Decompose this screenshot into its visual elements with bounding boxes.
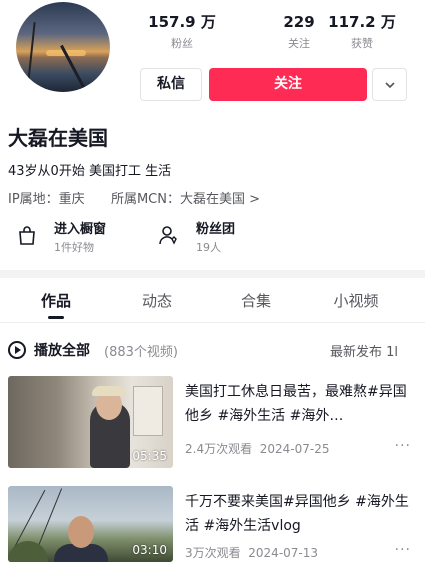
stat-likes[interactable]: 117.2 万 获赞 bbox=[322, 12, 402, 52]
stat-label: 粉丝 bbox=[171, 37, 193, 50]
message-button[interactable]: 私信 bbox=[140, 68, 202, 101]
entry-subtitle: 1件好物 bbox=[54, 241, 94, 254]
follow-button[interactable]: 关注 bbox=[209, 68, 367, 101]
avatar[interactable] bbox=[16, 2, 110, 92]
shopping-bag-icon bbox=[19, 226, 35, 245]
play-all-label: 播放全部 bbox=[34, 343, 90, 359]
play-circle-icon bbox=[8, 341, 26, 359]
video-thumbnail[interactable]: 05:35 bbox=[8, 376, 173, 468]
more-dots-icon[interactable]: ··· bbox=[395, 542, 411, 558]
video-item[interactable]: 05:35 美国打工休息日最苦，最难熬#异国他乡 #海外生活 #海外… 2.4万… bbox=[8, 376, 417, 468]
ip-location: IP属地：重庆 bbox=[8, 192, 85, 207]
thumbnail-cabinet bbox=[133, 386, 163, 436]
fan-group-icon bbox=[159, 226, 177, 245]
video-title[interactable]: 千万不要来美国#异国他乡 #海外生活 #海外生活vlog bbox=[185, 490, 410, 538]
video-duration: 03:10 bbox=[132, 543, 167, 557]
entry-title: 粉丝团 bbox=[196, 222, 236, 237]
tab-collections[interactable]: 合集 bbox=[216, 290, 296, 311]
video-date: 2024-07-13 bbox=[248, 546, 319, 560]
video-meta: 3万次观看 2024-07-13 bbox=[185, 544, 318, 561]
sort-selector[interactable]: 最新发布 1l bbox=[330, 341, 398, 360]
video-duration: 05:35 bbox=[132, 449, 167, 463]
tab-short-videos[interactable]: 小视频 bbox=[316, 290, 396, 311]
thumbnail-face bbox=[68, 516, 94, 548]
tab-divider bbox=[0, 322, 425, 323]
more-options-button[interactable] bbox=[372, 68, 407, 101]
shop-window-entry[interactable]: 进入橱窗 1件好物 bbox=[16, 218, 146, 256]
active-tab-indicator bbox=[48, 316, 64, 319]
profile-bio: 43岁从0开始 美国打工 生活 bbox=[8, 164, 172, 179]
avatar-rail bbox=[26, 22, 36, 92]
video-views: 3万次观看 bbox=[185, 546, 241, 560]
stat-value: 157.9 万 bbox=[148, 13, 216, 31]
more-dots-icon[interactable]: ··· bbox=[395, 438, 411, 454]
tab-dynamic[interactable]: 动态 bbox=[117, 290, 197, 311]
stat-value: 117.2 万 bbox=[328, 13, 396, 31]
video-views: 2.4万次观看 bbox=[185, 442, 253, 456]
video-title[interactable]: 美国打工休息日最苦，最难熬#异国他乡 #海外生活 #海外… bbox=[185, 380, 410, 428]
profile-name: 大磊在美国 bbox=[8, 126, 108, 150]
thumbnail-hat bbox=[92, 386, 126, 396]
video-item[interactable]: 03:10 千万不要来美国#异国他乡 #海外生活 #海外生活vlog 3万次观看… bbox=[8, 486, 417, 562]
video-count: (883个视频) bbox=[104, 345, 178, 360]
video-meta: 2.4万次观看 2024-07-25 bbox=[185, 440, 329, 457]
tab-works[interactable]: 作品 bbox=[16, 290, 96, 311]
stat-followers[interactable]: 157.9 万 粉丝 bbox=[142, 12, 222, 52]
chevron-down-icon bbox=[384, 81, 395, 88]
video-date: 2024-07-25 bbox=[259, 442, 330, 456]
profile-meta: IP属地：重庆 所属MCN：大磊在美国 > bbox=[8, 188, 260, 207]
video-thumbnail[interactable]: 03:10 bbox=[8, 486, 173, 562]
fan-group-entry[interactable]: 粉丝团 19人 bbox=[158, 218, 268, 256]
stat-label: 获赞 bbox=[351, 37, 373, 50]
thumbnail-tree bbox=[8, 541, 48, 562]
entry-title: 进入橱窗 bbox=[54, 222, 107, 237]
entry-subtitle: 19人 bbox=[196, 241, 221, 254]
mcn-link[interactable]: 所属MCN：大磊在美国 > bbox=[111, 192, 260, 207]
section-divider bbox=[0, 270, 425, 278]
